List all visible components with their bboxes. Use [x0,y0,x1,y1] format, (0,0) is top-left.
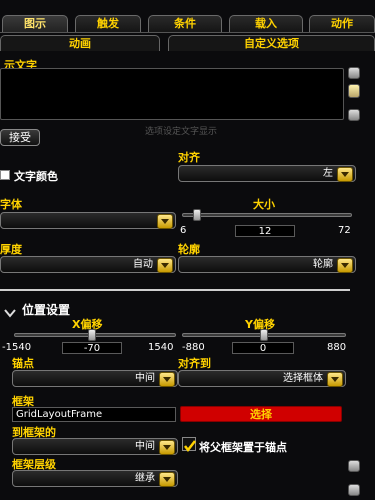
accept-button[interactable]: 接受 [0,129,40,146]
scroll-thumb[interactable] [348,84,360,98]
font-size-label: 大小 [253,198,275,211]
font-size-max: 72 [338,225,351,236]
display-text-input[interactable] [0,68,344,120]
text-color-swatch[interactable] [0,170,10,180]
y-offset-input[interactable]: 0 [232,342,294,354]
y-offset-min: -880 [182,342,205,353]
set-parent-label: 将父框架置于锚点 [199,441,287,454]
justify-value: 左 [323,168,333,179]
scroll-up-button[interactable] [348,67,360,79]
thickness-label: 厚度 [0,243,22,256]
tab-divider [0,32,375,33]
frame-strata-dropdown[interactable]: 继承 [12,470,178,487]
dropdown-arrow-icon[interactable] [327,372,343,387]
x-offset-max: 1540 [148,342,174,353]
collapse-chevron-icon[interactable] [4,303,16,322]
justify-dropdown[interactable]: 左 [178,165,356,182]
scroll-up-button-lower[interactable] [348,460,360,472]
tab-conditions[interactable]: 条件 [148,15,222,32]
anchor-dropdown[interactable]: 中间 [12,370,178,387]
anchor-to-value: 选择框体 [283,373,323,384]
outline-dropdown[interactable]: 轮廓 [178,256,356,273]
tab-actions[interactable]: 动作 [309,15,375,32]
subtab-animation[interactable]: 动画 [0,35,160,51]
frame-strata-value: 继承 [135,473,155,484]
checkmark-icon [184,440,196,453]
font-size-min: 6 [180,225,187,236]
tab-display[interactable]: 图示 [2,15,68,32]
section-divider [0,289,350,291]
thickness-dropdown[interactable]: 自动 [0,256,176,273]
thickness-value: 自动 [133,259,153,270]
y-offset-slider-thumb[interactable] [260,329,268,341]
text-input-hint: 选项设定文字显示 [145,127,218,137]
outline-label: 轮廓 [178,243,200,256]
frame-anchor-dropdown[interactable]: 中间 [12,438,178,455]
dropdown-arrow-icon[interactable] [337,167,353,182]
frame-anchor-value: 中间 [135,441,155,452]
font-size-input[interactable]: 12 [235,225,295,237]
anchor-to-label: 对齐到 [178,357,211,370]
frame-input[interactable]: GridLayoutFrame [12,407,176,422]
subtab-custom-options[interactable]: 自定义选项 [168,35,375,51]
anchor-label: 锚点 [12,357,34,370]
dropdown-arrow-icon[interactable] [337,258,353,273]
font-dropdown[interactable] [0,212,176,229]
frame-select-button[interactable]: 选择 [180,406,342,422]
justify-label: 对齐 [178,151,200,164]
scroll-down-button-lower[interactable] [348,484,360,496]
font-size-slider-thumb[interactable] [193,209,202,221]
font-label: 字体 [0,198,22,211]
font-size-slider[interactable] [182,213,352,217]
dropdown-arrow-icon[interactable] [159,372,175,387]
set-parent-checkbox[interactable] [182,437,196,453]
outline-value: 轮廓 [313,259,333,270]
tab-trigger[interactable]: 触发 [75,15,141,32]
y-offset-max: 880 [327,342,347,353]
x-offset-input[interactable]: -70 [62,342,122,354]
dropdown-arrow-icon[interactable] [157,214,173,229]
scroll-down-button[interactable] [348,109,360,121]
dropdown-arrow-icon[interactable] [159,472,175,487]
anchor-to-dropdown[interactable]: 选择框体 [178,370,346,387]
x-offset-min: -1540 [2,342,32,353]
anchor-value: 中间 [135,373,155,384]
dropdown-arrow-icon[interactable] [159,440,175,455]
tab-load[interactable]: 载入 [229,15,303,32]
x-offset-slider-thumb[interactable] [87,329,96,341]
text-color-label: 文字颜色 [14,170,58,183]
dropdown-arrow-icon[interactable] [157,258,173,273]
position-section-title: 位置设置 [22,303,71,317]
